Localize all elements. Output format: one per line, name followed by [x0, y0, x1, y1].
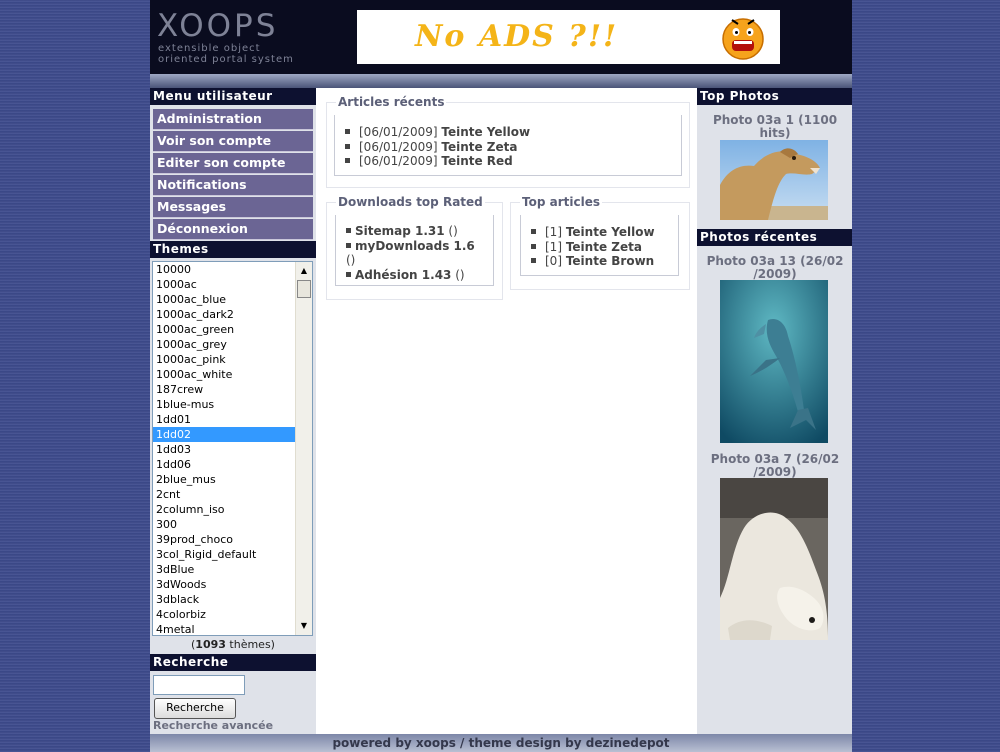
theme-option[interactable]: 1000ac [153, 277, 312, 292]
theme-items: 10000 1000ac 1000ac_blue 1000ac_dark2 1000ac… [153, 262, 312, 635]
scroll-up-icon[interactable]: ▲ [296, 264, 312, 278]
themes-title: Themes [150, 241, 316, 258]
theme-option[interactable]: 1000ac_green [153, 322, 312, 337]
theme-option[interactable]: 1blue-mus [153, 397, 312, 412]
theme-count-number: 1093 [195, 638, 226, 651]
scroll-thumb[interactable] [297, 280, 311, 298]
theme-option[interactable]: 1dd02 [153, 427, 312, 442]
footer-credits: powered by xoops / theme design by dezin… [332, 736, 670, 750]
top-articles-block: Top articles [1] Teinte Yellow [1] Teint… [510, 195, 690, 290]
theme-option[interactable]: 187crew [153, 382, 312, 397]
top-photos-title: Top Photos [697, 88, 852, 105]
theme-option[interactable]: 3dWoods [153, 577, 312, 592]
theme-count: (1093 thèmes) [191, 638, 275, 651]
list-item[interactable]: Sitemap 1.31 () [346, 224, 486, 239]
search-button[interactable]: Recherche [154, 698, 236, 719]
theme-option[interactable]: 1000ac_pink [153, 352, 312, 367]
shouting-face-icon [722, 18, 764, 60]
theme-option[interactable]: 2column_iso [153, 502, 312, 517]
theme-option[interactable]: 1000ac_blue [153, 292, 312, 307]
list-item[interactable]: [0] Teinte Brown [531, 254, 678, 269]
logo-tagline-2: oriented portal system [158, 54, 294, 65]
top-photo-caption[interactable]: Photo 03a 1 (1100 hits) [705, 114, 845, 140]
theme-option[interactable]: 1dd01 [153, 412, 312, 427]
banner-ad[interactable]: No ADS ?!! [357, 10, 780, 64]
theme-scrollbar[interactable]: ▲ ▼ [295, 262, 312, 635]
list-item[interactable]: myDownloads 1.6 () [346, 239, 486, 268]
polar-bear-photo[interactable] [720, 478, 828, 640]
downloads-title: Downloads top Rated [336, 195, 485, 209]
camel-photo[interactable] [720, 140, 828, 220]
recent-articles-block: Articles récents [06/01/2009] Teinte Yel… [326, 95, 690, 188]
menu-item-messages[interactable]: Messages [153, 197, 313, 218]
user-menu: Administration Voir son compte Editer so… [150, 109, 316, 240]
right-column: Top Photos Photo 03a 1 (1100 hits) Photo… [697, 88, 852, 752]
search-title: Recherche [150, 654, 316, 671]
downloads-block: Downloads top Rated Sitemap 1.31 () myDo… [326, 195, 503, 300]
theme-option[interactable]: 2blue_mus [153, 472, 312, 487]
theme-option[interactable]: 39prod_choco [153, 532, 312, 547]
list-item[interactable]: [06/01/2009] Teinte Yellow [345, 125, 681, 140]
list-item[interactable]: [1] Teinte Yellow [531, 225, 678, 240]
downloads-list: Sitemap 1.31 () myDownloads 1.6 () Adhés… [336, 215, 486, 282]
list-item[interactable]: [06/01/2009] Teinte Zeta [345, 140, 681, 155]
dolphin-photo[interactable] [720, 280, 828, 443]
left-column: Menu utilisateur Administration Voir son… [150, 88, 316, 752]
theme-option[interactable]: 3dblack [153, 592, 312, 607]
logo-tagline-1: extensible object [158, 43, 261, 54]
theme-option[interactable]: 300 [153, 517, 312, 532]
theme-option[interactable]: 1000ac_white [153, 367, 312, 382]
theme-option[interactable]: 3dBlue [153, 562, 312, 577]
site-header: XOOPS extensible object oriented portal … [150, 0, 852, 74]
recent-articles-list: [06/01/2009] Teinte Yellow [06/01/2009] … [335, 115, 681, 169]
theme-option[interactable]: 4colorbiz [153, 607, 312, 622]
list-item[interactable]: Adhésion 1.43 () [346, 268, 486, 283]
recent-articles-title: Articles récents [336, 95, 447, 109]
theme-option[interactable]: 1dd03 [153, 442, 312, 457]
recent-photos-title: Photos récentes [697, 229, 852, 246]
theme-option[interactable]: 4metal [153, 622, 312, 635]
menu-item-editer-compte[interactable]: Editer son compte [153, 153, 313, 174]
menu-item-notifications[interactable]: Notifications [153, 175, 313, 196]
menu-item-deconnexion[interactable]: Déconnexion [153, 219, 313, 240]
page-container: XOOPS extensible object oriented portal … [150, 0, 852, 752]
theme-option[interactable]: 3col_Rigid_default [153, 547, 312, 562]
recent-photo-caption[interactable]: Photo 03a 13 (26/02 /2009) [705, 255, 845, 281]
top-articles-list: [1] Teinte Yellow [1] Teinte Zeta [0] Te… [521, 215, 678, 269]
menu-item-administration[interactable]: Administration [153, 109, 313, 130]
top-articles-title: Top articles [520, 195, 602, 209]
theme-option[interactable]: 1dd06 [153, 457, 312, 472]
menu-item-voir-compte[interactable]: Voir son compte [153, 131, 313, 152]
list-item[interactable]: [1] Teinte Zeta [531, 240, 678, 255]
theme-option[interactable]: 1000ac_dark2 [153, 307, 312, 322]
list-item[interactable]: [06/01/2009] Teinte Red [345, 154, 681, 169]
advanced-search-link[interactable]: Recherche avancée [153, 719, 273, 732]
banner-text: No ADS ?!! [415, 19, 619, 54]
theme-option[interactable]: 10000 [153, 262, 312, 277]
xoops-logo[interactable]: XOOPS [157, 9, 278, 43]
user-menu-title: Menu utilisateur [150, 88, 316, 105]
scroll-down-icon[interactable]: ▼ [296, 619, 312, 633]
theme-option[interactable]: 1000ac_grey [153, 337, 312, 352]
theme-listbox[interactable]: 10000 1000ac 1000ac_blue 1000ac_dark2 1000ac… [152, 261, 313, 636]
recent-photo-caption[interactable]: Photo 03a 7 (26/02 /2009) [705, 453, 845, 479]
header-band [150, 74, 852, 88]
theme-option[interactable]: 2cnt [153, 487, 312, 502]
search-input[interactable] [153, 675, 245, 695]
